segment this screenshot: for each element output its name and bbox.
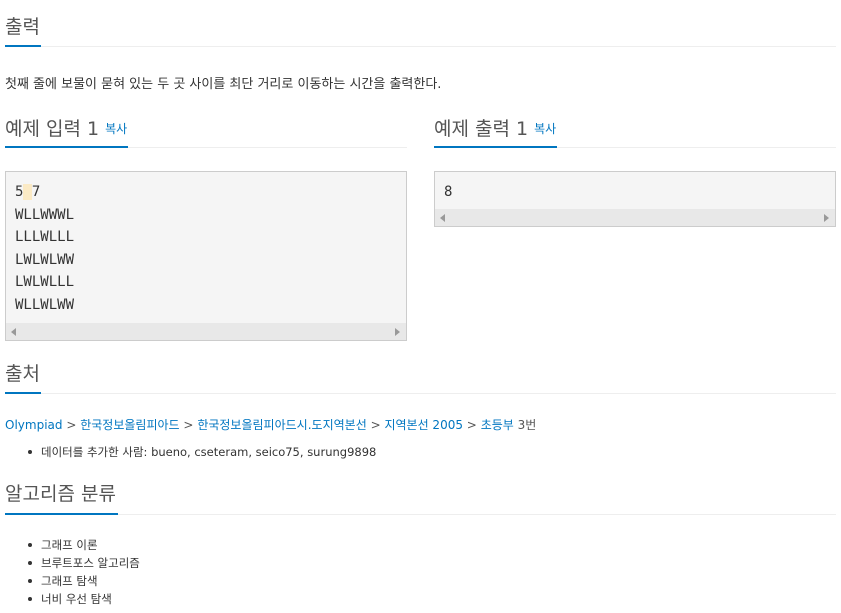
sample-output-scrollbar[interactable] <box>435 209 835 226</box>
source-link-olympiad[interactable]: Olympiad <box>5 418 63 432</box>
sample-output-heading: 예제 출력 1 복사 <box>434 118 556 140</box>
list-item[interactable]: 그래프 탐색 <box>26 572 140 590</box>
sample-input-line: LWLWLWW <box>15 251 75 268</box>
breadcrumb-separator: > <box>370 418 381 432</box>
sample-input-line: 5 7 <box>15 184 41 200</box>
sample-input-underline <box>5 146 128 148</box>
source-title-underline <box>5 392 41 394</box>
data-added-label: 데이터를 추가한 사람: <box>41 445 148 459</box>
sample-input-title: 예제 입력 1 <box>5 118 100 140</box>
source-link-regional-2005[interactable]: 지역본선 2005 <box>384 418 463 432</box>
source-problem-number: 3번 <box>517 418 537 432</box>
source-contributors-list: 데이터를 추가한 사람: bueno, cseteram, seico75, s… <box>26 443 376 461</box>
output-title-underline <box>5 45 41 47</box>
list-item: 데이터를 추가한 사람: bueno, cseteram, seico75, s… <box>26 443 376 461</box>
output-description: 첫째 줄에 보물이 묻혀 있는 두 곳 사이를 최단 거리로 이동하는 시간을 … <box>5 77 442 92</box>
scroll-left-arrow-icon[interactable] <box>11 328 16 336</box>
copy-input-button[interactable]: 복사 <box>105 122 127 136</box>
sample-output-line: 8 <box>444 184 453 200</box>
sample-input-line: LLLWLLL <box>15 229 75 245</box>
source-link-koi[interactable]: 한국정보올림피아드 <box>80 418 179 432</box>
algorithm-tag-list: 그래프 이론 브루트포스 알고리즘 그래프 탐색 너비 우선 탐색 <box>26 536 140 608</box>
sample-input-line: WLLWLWW <box>15 296 75 313</box>
list-item[interactable]: 그래프 이론 <box>26 536 140 554</box>
breadcrumb-separator: > <box>466 418 477 432</box>
source-link-elementary[interactable]: 초등부 <box>481 418 514 432</box>
sample-input-heading: 예제 입력 1 복사 <box>5 118 127 140</box>
sample-output-content: 8 <box>444 181 452 204</box>
breadcrumb-separator: > <box>66 418 77 432</box>
list-item[interactable]: 브루트포스 알고리즘 <box>26 554 140 572</box>
sample-input-scrollbar[interactable] <box>6 323 406 340</box>
algorithm-section-title: 알고리즘 분류 <box>5 483 116 505</box>
sample-output-underline <box>434 146 557 148</box>
scroll-left-arrow-icon[interactable] <box>440 214 445 222</box>
sample-input-line: WLLWWWL <box>15 206 75 223</box>
sample-output-title: 예제 출력 1 <box>434 118 529 140</box>
source-link-koi-regional[interactable]: 한국정보올림피아드시.도지역본선 <box>197 418 366 432</box>
sample-input-line: LWLWLLL <box>15 274 75 290</box>
algorithm-title-divider <box>5 514 836 515</box>
output-section-title: 출력 <box>5 16 40 38</box>
source-section-title: 출처 <box>5 363 40 385</box>
copy-output-button[interactable]: 복사 <box>534 122 556 136</box>
sample-input-content: 5 7 WLLWWWL LLLWLLL LWLWLWW LWLWLLL WLLWLWW <box>15 181 74 316</box>
breadcrumb-separator: > <box>183 418 194 432</box>
scroll-right-arrow-icon[interactable] <box>824 214 829 222</box>
sample-output-box[interactable]: 8 <box>434 171 836 227</box>
data-added-users: bueno, cseteram, seico75, surung9898 <box>151 445 377 459</box>
source-title-divider <box>5 393 836 394</box>
source-breadcrumb: Olympiad > 한국정보올림피아드 > 한국정보올림피아드시.도지역본선 … <box>5 416 536 433</box>
algorithm-title-underline <box>5 513 118 515</box>
output-title-divider <box>5 46 836 47</box>
scroll-right-arrow-icon[interactable] <box>395 328 400 336</box>
sample-input-box[interactable]: 5 7 WLLWWWL LLLWLLL LWLWLWW LWLWLLL WLLWLWW <box>5 171 407 341</box>
list-item[interactable]: 너비 우선 탐색 <box>26 590 140 608</box>
